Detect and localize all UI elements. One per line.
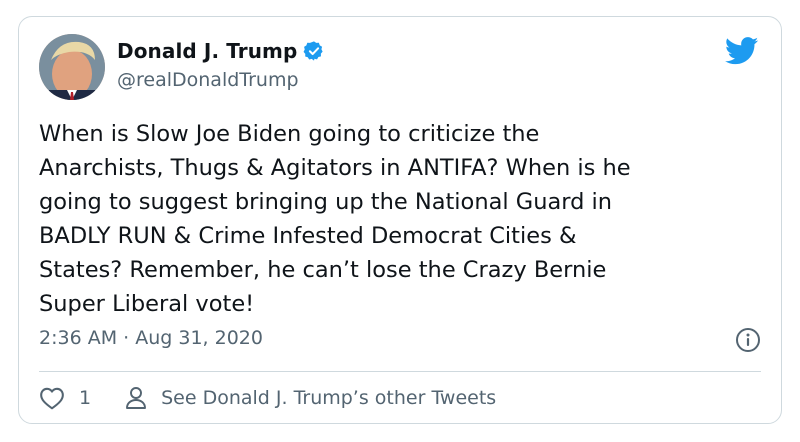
heart-icon	[39, 386, 65, 410]
tweet-timestamp[interactable]: 2:36 AM · Aug 31, 2020	[39, 327, 263, 349]
like-button[interactable]: 1	[39, 386, 91, 410]
twitter-bird-icon[interactable]	[724, 37, 759, 65]
author-display-name[interactable]: Donald J. Trump	[117, 39, 297, 63]
info-icon[interactable]	[735, 327, 761, 353]
person-icon	[125, 386, 147, 410]
verified-badge-icon	[303, 40, 325, 62]
author-handle[interactable]: @realDonaldTrump	[117, 69, 299, 91]
tweet-text: When is Slow Joe Biden going to criticiz…	[39, 121, 631, 317]
divider	[39, 371, 761, 372]
see-other-tweets-label: See Donald J. Trump’s other Tweets	[161, 387, 497, 409]
see-other-tweets-link[interactable]: See Donald J. Trump’s other Tweets	[125, 386, 496, 410]
avatar[interactable]	[39, 34, 105, 100]
like-count: 1	[79, 387, 92, 409]
embedded-tweet-card: Donald J. Trump @realDonaldTrump When is…	[18, 16, 782, 424]
tweet-actions: 1 See Donald J. Trump’s other Tweets	[39, 383, 496, 413]
author-name-row[interactable]: Donald J. Trump	[117, 39, 325, 63]
